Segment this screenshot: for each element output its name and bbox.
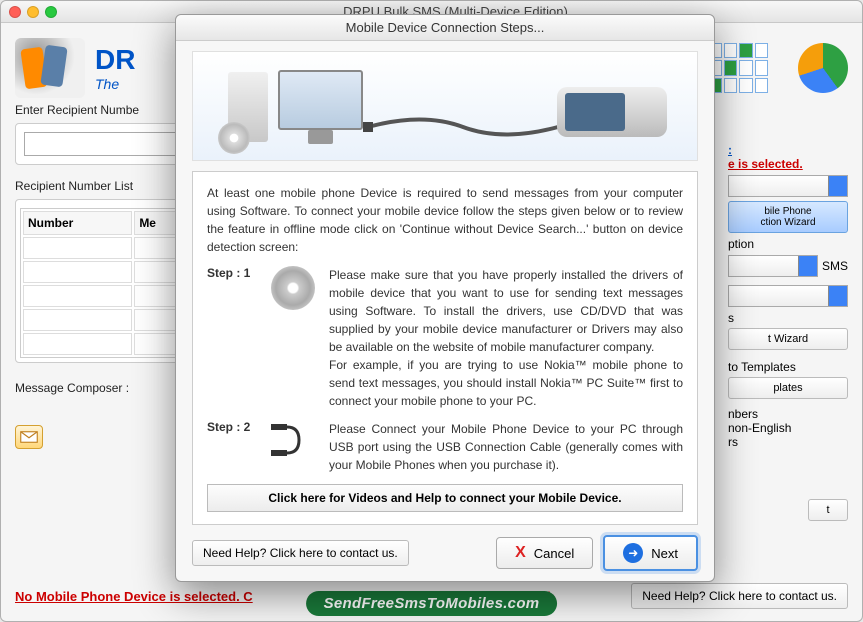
watermark: SendFreeSmsToMobiles.com <box>306 591 558 616</box>
mobile-phone-icon <box>557 87 667 137</box>
pie-chart-icon <box>798 43 848 93</box>
non-english-label: non-English <box>728 421 848 435</box>
zoom-window-icon[interactable] <box>45 6 57 18</box>
to-templates-label: to Templates <box>728 360 848 374</box>
status-text[interactable]: No Mobile Phone Device is selected. C <box>15 589 253 604</box>
step-1-label: Step : 1 <box>207 266 257 410</box>
logo-phones-icon <box>15 38 85 98</box>
step-1-example: For example, if you are trying to use No… <box>329 358 683 408</box>
monitor-icon <box>278 70 363 130</box>
usb-connector-icon <box>269 420 317 474</box>
recipient-number-label: Enter Recipient Numbe <box>15 103 195 117</box>
step-2-text: Please Connect your Mobile Phone Device … <box>329 420 683 474</box>
connection-wizard-button[interactable]: bile Phone ction Wizard <box>728 201 848 233</box>
connection-illustration <box>192 51 698 161</box>
device-select[interactable] <box>728 175 848 197</box>
s-label: s <box>728 311 848 325</box>
instructions-panel: At least one mobile phone Device is requ… <box>192 171 698 525</box>
recipient-table: NumberMe <box>20 208 190 358</box>
wizard-button[interactable]: t Wizard <box>728 328 848 350</box>
step-2-label: Step : 2 <box>207 420 257 474</box>
window-controls <box>9 6 57 18</box>
step-1-text: Please make sure that you have properly … <box>329 268 683 354</box>
cancel-x-icon: X <box>515 544 526 562</box>
right-panel: : e is selected. bile Phone ction Wizard… <box>728 143 848 524</box>
composer-label: Message Composer : <box>15 381 195 395</box>
next-button[interactable]: ➜ Next <box>603 535 698 571</box>
video-help-button[interactable]: Click here for Videos and Help to connec… <box>207 484 683 512</box>
sms-label: SMS <box>822 259 848 273</box>
help-button-main[interactable]: Need Help? Click here to contact us. <box>631 583 848 609</box>
envelope-icon <box>20 430 38 444</box>
cancel-button[interactable]: X Cancel <box>496 537 593 569</box>
option-label: ption <box>728 237 848 251</box>
next-label: Next <box>651 546 678 561</box>
table-row[interactable] <box>23 237 187 259</box>
close-window-icon[interactable] <box>9 6 21 18</box>
device-selected-text: e is selected. <box>728 157 848 171</box>
minimize-window-icon[interactable] <box>27 6 39 18</box>
header-chart-icon <box>708 38 848 98</box>
cd-dvd-icon <box>271 266 315 310</box>
table-row[interactable] <box>23 285 187 307</box>
numbers-label: nbers <box>728 407 848 421</box>
recipient-list-label: Recipient Number List <box>15 179 195 193</box>
device-link[interactable]: : <box>728 143 732 157</box>
dialog-title: Mobile Device Connection Steps... <box>176 15 714 41</box>
table-row[interactable] <box>23 333 187 355</box>
usb-cable-icon <box>363 107 563 147</box>
logo-subtitle: The <box>95 76 135 92</box>
next-arrow-icon: ➜ <box>623 543 643 563</box>
col-number[interactable]: Number <box>23 211 132 235</box>
logo-text: DR <box>95 44 135 76</box>
recipient-number-input[interactable] <box>24 132 186 156</box>
table-row[interactable] <box>23 261 187 283</box>
compose-button[interactable] <box>15 425 43 449</box>
templates-button[interactable]: plates <box>728 377 848 399</box>
intro-text: At least one mobile phone Device is requ… <box>207 184 683 256</box>
step-2: Step : 2 Please Connect your Mobile Phon… <box>207 420 683 474</box>
rs-label: rs <box>728 435 848 449</box>
connection-steps-dialog: Mobile Device Connection Steps... At lea… <box>175 14 715 582</box>
cd-icon <box>218 122 250 154</box>
cancel-label: Cancel <box>534 546 574 561</box>
option-select-1[interactable] <box>728 255 818 277</box>
t-button[interactable]: t <box>808 499 848 521</box>
table-row[interactable] <box>23 309 187 331</box>
option-select-2[interactable] <box>728 285 848 307</box>
contact-us-button[interactable]: Need Help? Click here to contact us. <box>192 540 409 566</box>
step-1: Step : 1 Please make sure that you have … <box>207 266 683 410</box>
dialog-footer: Need Help? Click here to contact us. X C… <box>192 525 698 571</box>
